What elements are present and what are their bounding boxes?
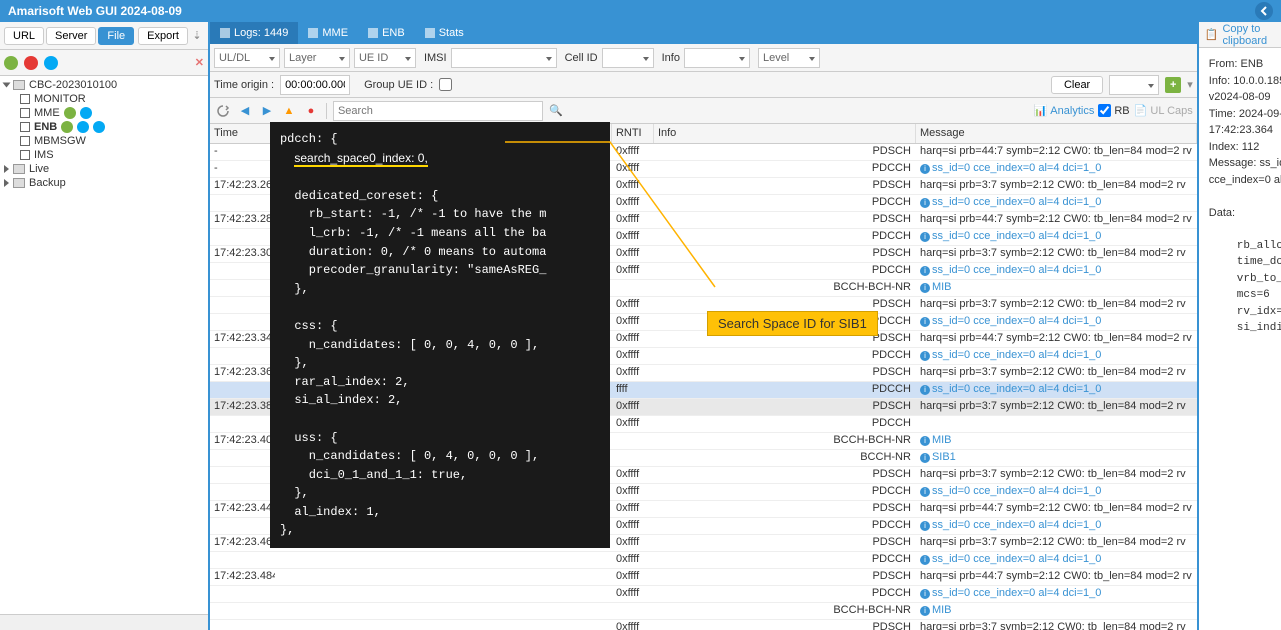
tree-node[interactable]: MONITOR (0, 92, 208, 106)
tree-node[interactable]: ENB (0, 120, 208, 134)
right-panel: 📋 Copy to clipboard 📁 Browse From: ENB I… (1199, 22, 1281, 630)
origin-row: Time origin : Group UE ID : Clear + ▾ (210, 72, 1197, 98)
detail-index: Index: 112 (1209, 139, 1281, 156)
info-combo[interactable] (684, 48, 750, 68)
rb-checkbox[interactable]: RB (1098, 104, 1129, 117)
tree-node[interactable]: MBMSGW (0, 134, 208, 148)
detail-time: Time: 2024-09-01 17:42:23.364 (1209, 106, 1281, 139)
data-line: time_domain_rsc=0 (1209, 254, 1281, 271)
col-info[interactable]: Info (654, 124, 916, 143)
tree-node[interactable]: MME (0, 106, 208, 120)
tab[interactable]: ENB (358, 22, 415, 44)
add-menu-icon[interactable]: ▾ (1187, 78, 1193, 91)
url-button[interactable]: URL (4, 27, 44, 45)
center-panel: Logs: 1449MMEENBStats UL/DL Layer UE ID … (210, 22, 1199, 630)
info-label: Info (662, 52, 680, 64)
export-menu-icon[interactable]: ⇣ (190, 29, 204, 42)
detail-pane: From: ENB Info: 10.0.0.185:9001, v2024-0… (1199, 48, 1281, 345)
col-time[interactable]: Time (210, 124, 276, 143)
search-input[interactable] (333, 101, 543, 121)
tree: CBC-2023010100MONITORMMEENBMBMSGWIMSLive… (0, 76, 208, 614)
status-green-icon[interactable] (4, 56, 18, 70)
tabs: Logs: 1449MMEENBStats (210, 22, 1197, 44)
table-row[interactable]: 0xffffPDSCHharq=si prb=3:7 symb=2:12 CW0… (210, 620, 1197, 630)
close-icon[interactable]: ✕ (195, 56, 204, 69)
table-row[interactable]: BCCH-BCH-NRiMIB (210, 603, 1197, 620)
clear-button[interactable]: Clear (1051, 76, 1103, 94)
refresh-icon[interactable] (214, 102, 232, 120)
data-line: vrb_to_prb_map=0 (1209, 271, 1281, 288)
table-row[interactable]: 17:42:23.4840xffffPDSCHharq=si prb=44:7 … (210, 569, 1197, 586)
tree-node[interactable]: IMS (0, 148, 208, 162)
data-line: mcs=6 (1209, 287, 1281, 304)
h-scrollbar[interactable] (0, 614, 208, 630)
warn-icon[interactable]: ▲ (280, 102, 298, 120)
detail-message: Message: ss_id=0 cce_index=0 al=4 dci=1_… (1209, 155, 1281, 188)
ueid-combo[interactable]: UE ID (354, 48, 416, 68)
data-line: rb_alloc=0x149 (1209, 238, 1281, 255)
table-row[interactable]: 0xffffPDCCHiss_id=0 cce_index=0 al=4 dci… (210, 552, 1197, 569)
app-title: Amarisoft Web GUI 2024-08-09 (8, 4, 1255, 18)
search-row: ◀ ▶ ▲ ● 🔍 📊 Analytics RB 📄 UL Caps (210, 98, 1197, 124)
left-panel: URL Server File Export ⇣ ✕ CBC-202301010… (0, 22, 210, 630)
imsi-combo[interactable] (451, 48, 557, 68)
col-rnti[interactable]: RNTI (612, 124, 654, 143)
tab[interactable]: Stats (415, 22, 474, 44)
col-msg[interactable]: Message (916, 124, 1197, 143)
data-line: rv_idx=3 (1209, 304, 1281, 321)
filter-row: UL/DL Layer UE ID IMSI Cell ID Info Leve… (210, 44, 1197, 72)
group-checkbox[interactable] (439, 78, 452, 91)
uldl-combo[interactable]: UL/DL (214, 48, 280, 68)
layer-combo[interactable]: Layer (284, 48, 350, 68)
status-red-icon[interactable] (24, 56, 38, 70)
cellid-label: Cell ID (565, 52, 598, 64)
code-overlay: pdcch: { search_space0_index: 0, dedicat… (270, 122, 610, 548)
collapse-left-icon[interactable] (1255, 2, 1273, 20)
add-button[interactable]: + (1165, 77, 1181, 93)
data-line: si_indicator=0 (1209, 320, 1281, 337)
table-row[interactable]: 0xffffPDCCHiss_id=0 cce_index=0 al=4 dci… (210, 586, 1197, 603)
detail-data-label: Data: (1209, 205, 1281, 222)
origin-input[interactable] (280, 75, 350, 95)
status-blue-icon[interactable] (44, 56, 58, 70)
prev-icon[interactable]: ◀ (236, 102, 254, 120)
ulcaps-label: 📄 UL Caps (1134, 104, 1193, 117)
detail-from: From: ENB (1209, 56, 1281, 73)
tab[interactable]: MME (298, 22, 358, 44)
tree-node[interactable]: Live (0, 162, 208, 176)
clear-combo[interactable] (1109, 75, 1159, 95)
server-button[interactable]: Server (46, 27, 96, 45)
imsi-label: IMSI (424, 52, 447, 64)
tree-node[interactable]: CBC-2023010100 (0, 78, 208, 92)
export-button[interactable]: Export (138, 27, 188, 45)
analytics-link[interactable]: 📊 Analytics (1034, 104, 1095, 117)
group-label: Group UE ID : (364, 79, 433, 91)
search-icon[interactable]: 🔍 (547, 102, 565, 120)
tab[interactable]: Logs: 1449 (210, 22, 298, 44)
cellid-combo[interactable] (602, 48, 654, 68)
level-combo[interactable]: Level (758, 48, 820, 68)
tree-node[interactable]: Backup (0, 176, 208, 190)
copy-clipboard-link[interactable]: 📋 Copy to clipboard (1205, 23, 1281, 47)
origin-label: Time origin : (214, 79, 274, 91)
error-icon[interactable]: ● (302, 102, 320, 120)
annotation-label: Search Space ID for SIB1 (707, 311, 878, 336)
file-button[interactable]: File (98, 27, 134, 45)
app-header: Amarisoft Web GUI 2024-08-09 (0, 0, 1281, 22)
next-icon[interactable]: ▶ (258, 102, 276, 120)
detail-info: Info: 10.0.0.185:9001, v2024-08-09 (1209, 73, 1281, 106)
